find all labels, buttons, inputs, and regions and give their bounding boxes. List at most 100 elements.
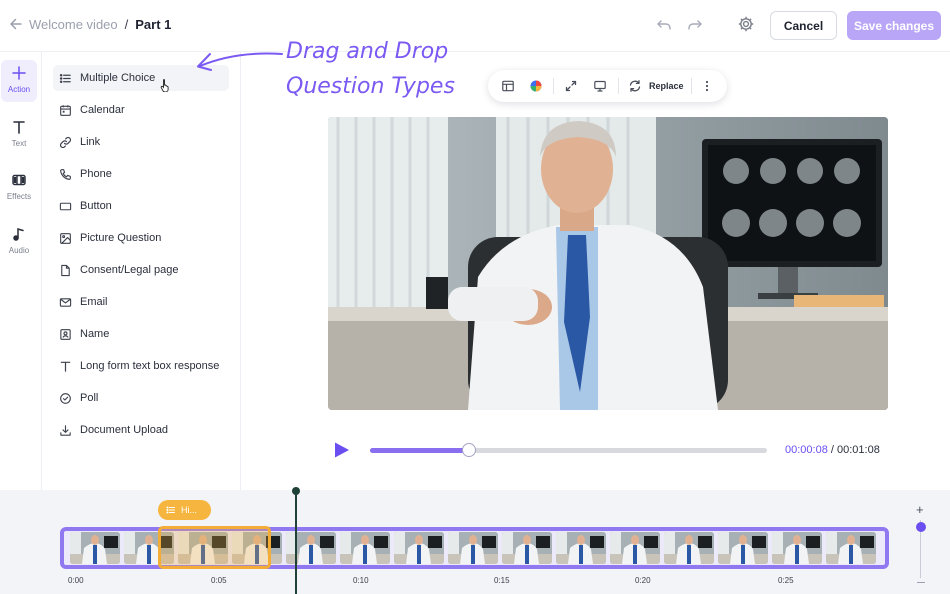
time-separator: / xyxy=(827,444,837,456)
redo-icon[interactable] xyxy=(686,16,704,34)
timeline-tick: 0:00 xyxy=(68,576,84,585)
music-note-icon xyxy=(13,227,24,241)
more-vertical-icon[interactable] xyxy=(700,79,714,93)
question-type-label: Email xyxy=(80,296,108,308)
timeline-tick: 0:25 xyxy=(778,576,794,585)
download-icon xyxy=(60,424,71,436)
question-type-button[interactable]: Button xyxy=(53,193,229,219)
clip-thumbnail xyxy=(826,532,876,564)
replace-icon[interactable] xyxy=(628,79,642,93)
text-icon xyxy=(60,361,71,372)
back-arrow-icon[interactable] xyxy=(8,16,24,32)
breadcrumb-separator: / xyxy=(124,17,129,32)
question-type-label: Name xyxy=(80,328,110,340)
question-type-label: Picture Question xyxy=(80,232,162,244)
question-type-picture-question[interactable]: Picture Question xyxy=(53,225,229,251)
question-type-label: Document Upload xyxy=(80,424,169,436)
play-icon[interactable] xyxy=(334,441,350,459)
undo-icon[interactable] xyxy=(655,16,673,34)
timeline-tick: 0:10 xyxy=(353,576,369,585)
monitor-icon[interactable] xyxy=(593,79,607,93)
zoom-out-button[interactable] xyxy=(917,582,925,583)
save-changes-button[interactable]: Save changes xyxy=(847,11,941,40)
question-type-document-upload[interactable]: Document Upload xyxy=(53,417,229,443)
playhead[interactable] xyxy=(295,492,297,594)
mail-icon xyxy=(59,297,72,307)
button-icon xyxy=(59,202,72,210)
question-type-phone[interactable]: Phone xyxy=(53,161,229,187)
zoom-slider-knob[interactable] xyxy=(916,522,926,532)
breadcrumb: Welcome video / Part 1 xyxy=(29,17,171,32)
replace-button[interactable]: Replace xyxy=(649,81,684,91)
video-preview[interactable] xyxy=(328,117,888,410)
breadcrumb-parent[interactable]: Welcome video xyxy=(29,17,118,32)
question-type-calendar[interactable]: Calendar xyxy=(53,97,229,123)
plus-icon xyxy=(12,66,26,80)
progress-fill xyxy=(370,448,470,453)
gear-icon[interactable] xyxy=(737,15,755,33)
clip-thumbnail xyxy=(286,532,336,564)
timeline-tick: 0:05 xyxy=(211,576,227,585)
interaction-chip-label: Hi... xyxy=(181,505,198,515)
question-type-link[interactable]: Link xyxy=(53,129,229,155)
expand-icon[interactable] xyxy=(564,79,578,93)
playhead-handle[interactable] xyxy=(292,487,300,495)
clip-thumbnail xyxy=(664,532,714,564)
rail-item-audio[interactable]: Audio xyxy=(1,221,37,263)
question-type-list: Multiple Choice Calendar Link Phone Butt… xyxy=(43,52,241,490)
question-type-label: Link xyxy=(80,136,101,148)
question-type-email[interactable]: Email xyxy=(53,289,229,315)
question-type-poll[interactable]: Poll xyxy=(53,385,229,411)
zoom-in-button[interactable]: + xyxy=(916,502,924,517)
progress-track[interactable] xyxy=(370,448,767,453)
toolbar-divider xyxy=(618,78,619,94)
layout-icon[interactable] xyxy=(501,79,515,93)
document-icon xyxy=(61,264,70,276)
check-circle-icon xyxy=(60,392,71,404)
drag-drop-annotation: Drag and Drop Question Types xyxy=(286,34,455,104)
rail-item-action[interactable]: Action xyxy=(1,60,37,102)
question-type-label: Long form text box response xyxy=(80,360,220,372)
interaction-chip[interactable]: Hi... xyxy=(158,500,211,520)
clip-thumbnail xyxy=(394,532,444,564)
question-type-label: Poll xyxy=(80,392,99,404)
question-type-label: Phone xyxy=(80,168,112,180)
total-time: 00:01:08 xyxy=(837,444,880,456)
question-type-name[interactable]: Name xyxy=(53,321,229,347)
clip-thumbnail xyxy=(556,532,606,564)
rail-item-label: Text xyxy=(11,139,27,148)
question-type-label: Multiple Choice xyxy=(80,72,156,84)
phone-icon xyxy=(60,168,71,180)
list-icon xyxy=(166,506,176,514)
rail-item-label: Effects xyxy=(6,192,32,201)
time-readout: 00:00:08 / 00:01:08 xyxy=(785,444,880,456)
cancel-button[interactable]: Cancel xyxy=(770,11,837,40)
rail-item-effects[interactable]: Effects xyxy=(1,167,37,209)
effects-icon xyxy=(12,174,26,186)
question-type-consent-legal-page[interactable]: Consent/Legal page xyxy=(53,257,229,283)
image-icon xyxy=(60,232,71,244)
rail-item-label: Audio xyxy=(8,246,30,255)
timeline-tick: 0:15 xyxy=(494,576,510,585)
interaction-highlight[interactable] xyxy=(158,526,271,569)
header: Welcome video / Part 1 Cancel Save chang… xyxy=(0,0,950,52)
timeline-tick: 0:20 xyxy=(635,576,651,585)
tool-rail: Action Text Effects Audio xyxy=(0,52,42,490)
rail-item-text[interactable]: Text xyxy=(1,114,37,156)
toolbar-divider xyxy=(553,78,554,94)
color-palette-icon[interactable] xyxy=(529,79,543,93)
question-type-long-form-text[interactable]: Long form text box response xyxy=(53,353,229,379)
breadcrumb-current: Part 1 xyxy=(135,17,172,32)
rail-item-label: Action xyxy=(7,85,31,94)
arrow-icon xyxy=(197,52,283,71)
link-icon xyxy=(60,136,71,148)
question-type-label: Consent/Legal page xyxy=(80,264,179,276)
calendar-icon xyxy=(60,104,71,116)
question-type-label: Calendar xyxy=(80,104,125,116)
video-frame-image xyxy=(328,117,888,410)
clip-thumbnail xyxy=(70,532,120,564)
clip-thumbnail xyxy=(772,532,822,564)
clip-thumbnail xyxy=(502,532,552,564)
contact-card-icon xyxy=(60,328,71,340)
question-type-label: Button xyxy=(80,200,112,212)
